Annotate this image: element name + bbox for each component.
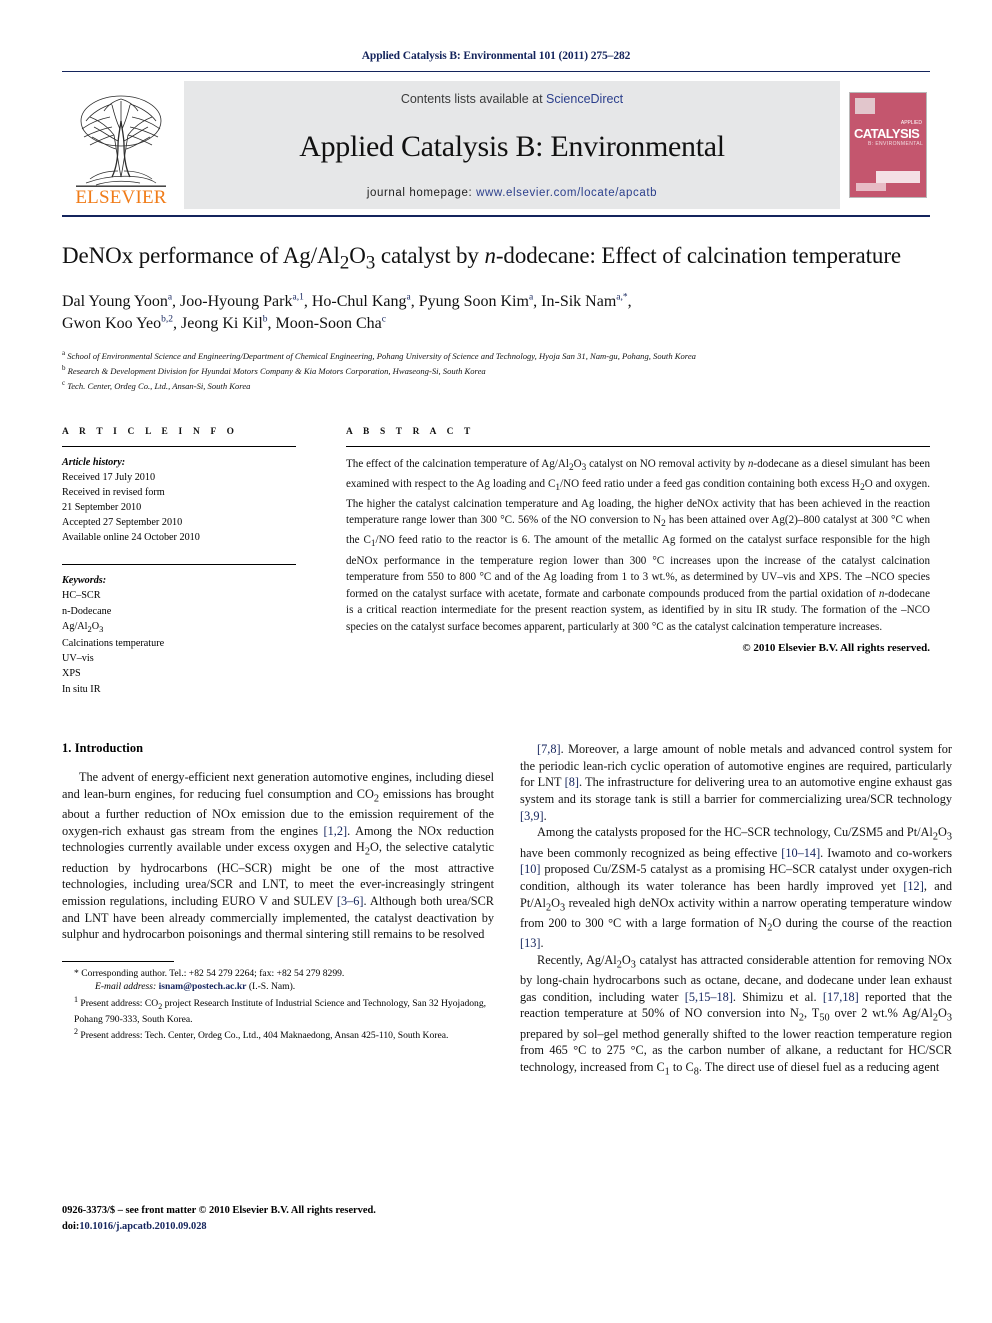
doi-link[interactable]: 10.1016/j.apcatb.2010.09.028 <box>79 1221 206 1232</box>
article-history-label: Article history: <box>62 456 126 468</box>
cover-journal-word: CATALYSIS <box>854 126 920 141</box>
intro-paragraph-3: Recently, Ag/Al2O3 catalyst has attracte… <box>520 952 953 1078</box>
journal-homepage-line: journal homepage: www.elsevier.com/locat… <box>367 187 657 199</box>
paper-page: Applied Catalysis B: Environmental 101 (… <box>0 0 992 1323</box>
journal-title: Applied Catalysis B: Environmental <box>299 129 725 163</box>
affiliation-c: c Tech. Center, Ordeg Co., Ltd., Ansan-S… <box>62 378 251 391</box>
abstract-copyright: © 2010 Elsevier B.V. All rights reserved… <box>742 641 930 654</box>
history-item: Available online 24 October 2010 <box>62 532 200 543</box>
keyword-item-agal2o3: Ag/Al2O3 <box>62 620 104 635</box>
footnote-note-2-text: Present address: Tech. Center, Ordeg Co.… <box>80 1030 449 1042</box>
keyword-item: UV–vis <box>62 653 94 665</box>
abstract-rule <box>346 445 930 447</box>
page-title: DeNOx performance of Ag/Al2O3 catalyst b… <box>62 243 901 274</box>
banner-center: Contents lists available at ScienceDirec… <box>184 81 840 209</box>
article-info-rule <box>62 445 296 447</box>
elsevier-logo: ELSEVIER <box>62 81 180 209</box>
body-column-left: 1. Introduction The advent of energy-eff… <box>62 741 494 1080</box>
footnote-email-label: E-mail address: <box>95 981 157 993</box>
footnote-note-1: 1 Present address: CO2 project Research … <box>74 995 487 1025</box>
keyword-item: n-Dodecane <box>62 605 112 617</box>
intro-paragraph-2: Among the catalysts proposed for the HC–… <box>520 825 953 951</box>
footnote-block: * Corresponding author. Tel.: +82 54 279… <box>62 960 494 1043</box>
keyword-item: Calcinations temperature <box>62 637 165 649</box>
citation-8[interactable]: [8] <box>565 775 579 789</box>
citation-13[interactable]: [13] <box>520 936 541 950</box>
citation-5-15-18[interactable]: [5,15–18] <box>685 990 733 1004</box>
citation-7-8[interactable]: [7,8] <box>537 742 561 756</box>
keywords-rule <box>62 564 296 566</box>
footnote-mark-asterisk: * <box>74 967 79 979</box>
footnote-mark-2: 2 <box>74 1027 78 1037</box>
article-info-column: A R T I C L E I N F O Article history: R… <box>62 427 310 697</box>
bottom-matter: 0926-3373/$ – see front matter © 2010 El… <box>62 1203 376 1234</box>
cover-barcode <box>856 183 886 191</box>
footnote-email-link[interactable]: isnam@postech.ac.kr <box>159 981 247 992</box>
intro-paragraph-1: The advent of energy-efficient next gene… <box>62 769 494 942</box>
elsevier-tree-icon <box>76 95 166 187</box>
body-column-right: [7,8]. Moreover, a large amount of noble… <box>520 741 952 1080</box>
abstract-column: A B S T R A C T The effect of the calcin… <box>310 427 930 697</box>
article-info-heading: A R T I C L E I N F O <box>62 426 239 437</box>
citation-1-2[interactable]: [1,2] <box>324 824 348 838</box>
running-head: Applied Catalysis B: Environmental 101 (… <box>361 50 631 62</box>
affiliation-list: a School of Environmental Science and En… <box>62 348 930 392</box>
keywords-list: Keywords: HC–SCR n-Dodecane Ag/Al2O3 Cal… <box>62 573 296 697</box>
journal-homepage-link[interactable]: www.elsevier.com/locate/apcatb <box>476 187 657 199</box>
cover-sciencedirect-badge <box>876 171 920 183</box>
cover-image: APPLIED CATALYSIS B: ENVIRONMENTAL <box>849 92 927 198</box>
citation-12[interactable]: [12] <box>903 879 924 893</box>
contents-available-line: Contents lists available at ScienceDirec… <box>401 92 623 106</box>
journal-banner: ELSEVIER Contents lists available at Sci… <box>62 81 930 209</box>
footnote-mark-1: 1 <box>74 995 78 1005</box>
footnote-corresponding: * Corresponding author. Tel.: +82 54 279… <box>62 967 494 994</box>
doi-line: doi:10.1016/j.apcatb.2010.09.028 <box>62 1219 376 1235</box>
title-block: DeNOx performance of Ag/Al2O3 catalyst b… <box>62 241 930 393</box>
footnote-email-suffix: (I.-S. Nam). <box>248 981 296 993</box>
affiliation-b: b Research & Development Division for Hy… <box>62 364 486 376</box>
sciencedirect-link[interactable]: ScienceDirect <box>546 92 623 106</box>
issn-line: 0926-3373/$ – see front matter © 2010 El… <box>62 1205 376 1216</box>
elsevier-wordmark: ELSEVIER <box>75 187 167 208</box>
banner-bottom-rule <box>62 215 930 217</box>
intro-paragraph-1-continued: [7,8]. Moreover, a large amount of noble… <box>520 741 953 823</box>
article-history: Article history: Received 17 July 2010 R… <box>62 455 296 546</box>
abstract-heading: A B S T R A C T <box>346 426 475 437</box>
footnote-rule <box>62 960 174 962</box>
cover-logo-box <box>855 98 875 114</box>
info-abstract-row: A R T I C L E I N F O Article history: R… <box>62 427 930 697</box>
keyword-item: HC–SCR <box>62 590 101 602</box>
history-item: Received 17 July 2010 <box>62 471 156 483</box>
keywords-block: Keywords: HC–SCR n-Dodecane Ag/Al2O3 Cal… <box>62 564 296 697</box>
footnote-corresponding-text: Corresponding author. Tel.: +82 54 279 2… <box>81 967 345 979</box>
affiliation-a: a School of Environmental Science and En… <box>62 349 696 362</box>
history-item: 21 September 2010 <box>62 501 142 513</box>
citation-3-6[interactable]: [3–6] <box>337 894 364 908</box>
citation-10[interactable]: [10] <box>520 862 541 876</box>
citation-17-18[interactable]: [17,18] <box>823 990 859 1004</box>
author-list: Dal Young Yoona, Joo-Hyoung Parka,1, Ho-… <box>62 292 632 333</box>
header-rule <box>62 71 930 72</box>
journal-cover-thumbnail: APPLIED CATALYSIS B: ENVIRONMENTAL <box>846 81 930 209</box>
section-heading-introduction: 1. Introduction <box>62 740 144 755</box>
contents-prefix: Contents lists available at <box>400 92 547 106</box>
footnote-note-2: 2 Present address: Tech. Center, Ordeg C… <box>62 1026 494 1043</box>
abstract-text: The effect of the calcination temperatur… <box>346 457 931 634</box>
history-item: Accepted 27 September 2010 <box>62 516 183 528</box>
citation-10-14[interactable]: [10–14] <box>781 846 820 860</box>
cover-journal-subtitle: B: ENVIRONMENTAL <box>868 141 924 147</box>
keywords-label: Keywords: <box>62 575 107 587</box>
keyword-item: XPS <box>62 668 81 680</box>
body-columns: 1. Introduction The advent of energy-eff… <box>62 741 952 1080</box>
doi-label: doi: <box>62 1220 80 1232</box>
citation-3-9[interactable]: [3,9] <box>520 809 544 823</box>
history-item: Received in revised form <box>62 486 165 498</box>
keyword-item: In situ IR <box>62 683 101 695</box>
homepage-label: journal homepage: <box>366 187 477 199</box>
